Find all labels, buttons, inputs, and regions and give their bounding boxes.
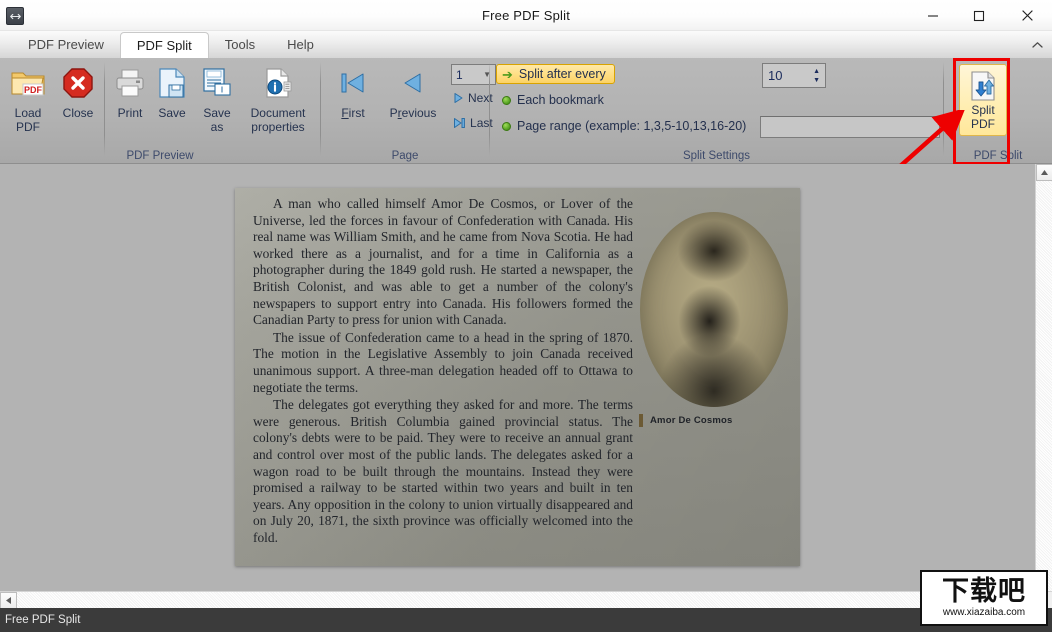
portrait-image: [640, 212, 788, 407]
option-page-range-label: Page range (example: 1,3,5-10,13,16-20): [517, 119, 746, 133]
svg-text:PDF: PDF: [24, 85, 43, 95]
tab-help[interactable]: Help: [271, 31, 330, 58]
watermark-chinese-text: 下载吧: [942, 577, 1026, 607]
pdf-page-sheet[interactable]: A man who called himself Amor De Cosmos,…: [235, 188, 800, 566]
load-pdf-label: Load PDF: [15, 106, 42, 134]
spinner-up-icon[interactable]: ▲: [813, 68, 820, 75]
caption-bar-icon: [639, 414, 643, 427]
document-paragraph-1: A man who called himself Amor De Cosmos,…: [253, 196, 633, 329]
scroll-left-button[interactable]: [0, 592, 17, 609]
group-divider: [104, 62, 105, 156]
radio-dot-icon: [502, 122, 511, 131]
watermark: 下载吧 www.xiazaiba.com: [920, 570, 1048, 626]
split-count-spinner[interactable]: 10 ▲ ▼: [762, 63, 826, 88]
group-title-page: Page: [321, 150, 489, 162]
save-as-button[interactable]: Save as: [193, 62, 241, 134]
group-title-split-settings: Split Settings: [490, 150, 943, 162]
close-octagon-icon: [62, 62, 94, 104]
save-as-label: Save as: [203, 106, 230, 134]
watermark-url: www.xiazaiba.com: [943, 607, 1025, 619]
save-document-icon: [157, 62, 187, 104]
close-button[interactable]: [1002, 0, 1052, 31]
option-page-range[interactable]: Page range (example: 1,3,5-10,13,16-20): [497, 117, 754, 135]
page-range-input[interactable]: [760, 116, 940, 138]
application-window: Free PDF Split PDF Preview PDF Split Too…: [0, 0, 1052, 632]
ribbon-tab-strip: PDF Preview PDF Split Tools Help: [0, 31, 1052, 58]
option-each-bookmark-label: Each bookmark: [517, 93, 604, 107]
save-button[interactable]: Save: [151, 62, 193, 120]
option-each-bookmark[interactable]: Each bookmark: [497, 91, 612, 109]
close-pdf-label: Close: [63, 106, 94, 120]
chevron-up-icon[interactable]: [1028, 36, 1046, 54]
document-paragraph-2: The issue of Confederation came to a hea…: [253, 330, 633, 396]
document-text-column: A man who called himself Amor De Cosmos,…: [253, 196, 633, 546]
status-bar-text: Free PDF Split: [5, 614, 80, 626]
save-label: Save: [158, 106, 185, 120]
portrait-caption: Amor De Cosmos: [639, 414, 733, 427]
spinner-arrows[interactable]: ▲ ▼: [813, 68, 820, 84]
spinner-down-icon[interactable]: ▼: [813, 77, 820, 84]
window-title: Free PDF Split: [0, 0, 1052, 31]
first-page-icon: [339, 62, 367, 104]
document-properties-button[interactable]: Document properties: [241, 62, 315, 134]
previous-page-label: Previous: [390, 106, 437, 120]
group-title-pdf-split: PDF Split: [944, 150, 1052, 162]
tab-tools[interactable]: Tools: [209, 31, 271, 58]
print-label: Print: [118, 106, 143, 120]
title-bar: Free PDF Split: [0, 0, 1052, 31]
portrait-oval: [640, 212, 788, 407]
save-as-icon: [201, 62, 233, 104]
group-title-pdf-preview: PDF Preview: [0, 150, 320, 162]
status-bar: Free PDF Split: [0, 608, 1052, 632]
document-paragraph-3: The delegates got everything they asked …: [253, 397, 633, 546]
tab-pdf-preview[interactable]: PDF Preview: [12, 31, 120, 58]
close-pdf-button[interactable]: Close: [54, 62, 102, 120]
portrait-caption-label: Amor De Cosmos: [650, 415, 733, 426]
radio-dot-icon: [502, 96, 511, 105]
split-pdf-icon: [967, 69, 999, 103]
vertical-scrollbar[interactable]: [1035, 164, 1052, 608]
option-split-after-every[interactable]: ➔ Split after every: [496, 64, 615, 84]
document-properties-label: Document properties: [251, 106, 306, 134]
tab-pdf-split[interactable]: PDF Split: [120, 32, 209, 59]
previous-page-button[interactable]: Previous: [377, 62, 449, 120]
split-pdf-label: Split PDF: [971, 103, 995, 131]
next-page-button[interactable]: Next: [453, 91, 493, 105]
load-pdf-button[interactable]: PDF Load PDF: [4, 62, 52, 134]
green-arrow-icon: ➔: [502, 68, 513, 81]
split-pdf-button[interactable]: Split PDF: [959, 64, 1007, 136]
horizontal-scrollbar[interactable]: [0, 591, 1035, 608]
print-button[interactable]: Print: [109, 62, 151, 120]
page-number-value: 1: [456, 68, 463, 82]
last-page-button[interactable]: Last: [453, 116, 493, 130]
split-count-value: 10: [768, 68, 782, 83]
pdf-preview-pane: A man who called himself Amor De Cosmos,…: [0, 164, 1052, 608]
ribbon-group-page: First Previous 1 ▼: [321, 58, 489, 164]
first-page-label: First: [341, 106, 364, 120]
previous-page-icon: [400, 62, 426, 104]
printer-icon: [114, 62, 146, 104]
folder-pdf-icon: PDF: [10, 62, 46, 104]
ribbon-group-pdf-split: Split PDF PDF Split: [944, 58, 1052, 164]
document-info-icon: [262, 62, 294, 104]
maximize-button[interactable]: [956, 0, 1002, 31]
ribbon-group-pdf-preview: PDF Load PDF Close: [0, 58, 320, 164]
tab-list: PDF Preview PDF Split Tools Help: [12, 31, 330, 58]
minimize-button[interactable]: [910, 0, 956, 31]
ribbon-group-split-settings: ➔ Split after every Each bookmark Page r…: [490, 58, 943, 164]
ribbon: PDF Load PDF Close: [0, 58, 1052, 164]
scroll-up-button[interactable]: [1036, 164, 1052, 181]
first-page-button[interactable]: First: [329, 62, 377, 120]
option-split-after-every-label: Split after every: [519, 67, 606, 81]
window-controls: [910, 0, 1052, 31]
